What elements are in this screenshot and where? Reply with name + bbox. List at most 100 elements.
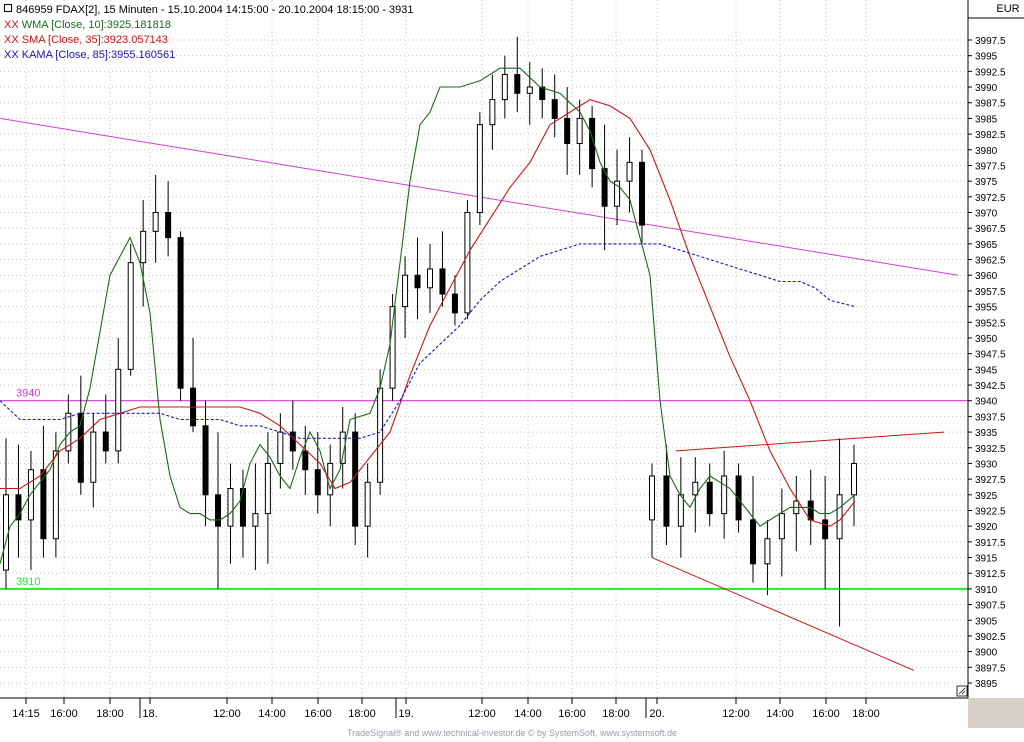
candle-body [649, 475, 655, 521]
candle-body [439, 268, 446, 295]
candle-body [851, 462, 857, 496]
candle-body [52, 450, 59, 540]
y-tick-label: 3960 [975, 271, 998, 282]
y-tick-label: 3920 [975, 522, 998, 533]
candle-body [750, 519, 756, 565]
x-tick-label: 20. [649, 708, 664, 720]
x-tick-label: 16:00 [304, 708, 332, 720]
price-chart[interactable]: 3940 3910 EUR 3895 3897.5 3900 3902.5 3905 390… [0, 0, 1024, 742]
candle-body [152, 212, 159, 232]
candle-body [289, 431, 296, 452]
y-tick-label: 3952.5 [975, 318, 1006, 329]
candle-body [551, 99, 558, 119]
y-tick-label: 3932.5 [975, 444, 1006, 455]
y-tick-label: 3937.5 [975, 412, 1006, 423]
y-tick-label: 3990 [975, 83, 998, 94]
candle-body [836, 494, 843, 540]
candle-body [476, 124, 483, 214]
candle-body [364, 481, 371, 527]
y-tick-label: 3955 [975, 303, 998, 314]
y-tick-label: 3982.5 [975, 130, 1006, 141]
y-tick-label: 3980 [975, 146, 998, 157]
x-tick-label: 14:00 [258, 708, 286, 720]
y-tick-label: 3985 [975, 114, 998, 125]
x-tick-label: 14:00 [514, 708, 542, 720]
candle-body [576, 117, 583, 145]
candle-body [202, 425, 209, 496]
candle-body [252, 513, 259, 527]
y-tick-label: 3910 [975, 585, 998, 596]
y-tick-label: 3935 [975, 428, 998, 439]
x-tick-label: 18:00 [96, 708, 124, 720]
candle-body [526, 86, 533, 94]
chart-title: 846959 FDAX[2], 15 Minuten - 15.10.2004 … [4, 3, 414, 18]
y-tick-label: 3970 [975, 209, 998, 220]
y-tick-label: 3962.5 [975, 256, 1006, 267]
candle-body [692, 481, 699, 496]
candle-body [402, 274, 409, 308]
y-tick-label: 3897.5 [975, 663, 1006, 674]
footer-copyright: TradeSignal® and www.technical-investor.… [346, 728, 678, 738]
candle-body [327, 462, 334, 496]
candle-body [539, 86, 546, 101]
candle-body [721, 475, 728, 515]
x-tick-label: 19. [398, 708, 413, 720]
y-tick-label: 3917.5 [975, 538, 1006, 549]
x-tick-label: 18:00 [852, 708, 880, 720]
candle-body [277, 431, 284, 464]
x-tick-label: 18:00 [348, 708, 376, 720]
y-tick-label: 3997.5 [975, 36, 1006, 47]
candle-body [3, 494, 9, 571]
currency-label: EUR [996, 3, 1019, 15]
y-tick-label: 3912.5 [975, 569, 1006, 580]
x-tick-label: 18. [142, 708, 157, 720]
candle-body [807, 500, 814, 521]
candle-body [227, 488, 234, 527]
y-tick-label: 3947.5 [975, 350, 1006, 361]
x-tick-label: 14:00 [766, 708, 794, 720]
candle-body [177, 237, 184, 389]
legend-kama-prefix: XX [4, 49, 19, 61]
candle-body [451, 293, 458, 314]
candle-body [706, 481, 713, 515]
candle-body [677, 494, 684, 527]
resize-grip-icon[interactable] [956, 685, 968, 697]
x-tick-label: 12:00 [213, 708, 241, 720]
x-tick-label: 12:00 [722, 708, 750, 720]
legend-sma: XX SMA [Close, 35]:3923.057143 [4, 33, 414, 48]
chart-title-text: 846959 FDAX[2], 15 Minuten - 15.10.2004 … [16, 4, 414, 16]
candle-body [215, 494, 221, 527]
candle-body [564, 117, 571, 145]
candle-body [302, 450, 309, 471]
y-tick-label: 3925 [975, 491, 998, 502]
y-tick-label: 3942.5 [975, 381, 1006, 392]
legend-kama: XX KAMA [Close, 85]:3955.160561 [4, 48, 414, 63]
x-tick-label: 18:00 [602, 708, 630, 720]
corner-panel [968, 698, 1024, 728]
y-tick-label: 3905 [975, 616, 998, 627]
candle-body [352, 431, 359, 527]
candle-body [489, 99, 496, 126]
candle-body [165, 212, 172, 239]
y-tick-label: 3977.5 [975, 161, 1006, 172]
candle-body [663, 475, 670, 527]
y-tick-label: 3972.5 [975, 193, 1006, 204]
y-tick-label: 3950 [975, 334, 998, 345]
y-tick-label: 3940 [975, 397, 998, 408]
candle-body [140, 230, 147, 264]
y-tick-label: 3907.5 [975, 601, 1006, 612]
candle-body [314, 469, 321, 496]
x-tick-label: 16:00 [558, 708, 586, 720]
candle-body [102, 431, 109, 452]
x-tick-label: 12:00 [468, 708, 496, 720]
chart-background [0, 0, 1024, 742]
legend-sma-prefix: XX [4, 34, 19, 46]
y-tick-label: 3975 [975, 177, 998, 188]
y-tick-label: 3995 [975, 52, 998, 63]
legend-wma-prefix: XX [4, 19, 19, 31]
y-tick-label: 3987.5 [975, 99, 1006, 110]
legend-kama-text: KAMA [Close, 85]:3955.160561 [21, 49, 176, 61]
y-tick-label: 3965 [975, 240, 998, 251]
window-icon [4, 4, 12, 12]
x-tick-label: 16:00 [50, 708, 78, 720]
